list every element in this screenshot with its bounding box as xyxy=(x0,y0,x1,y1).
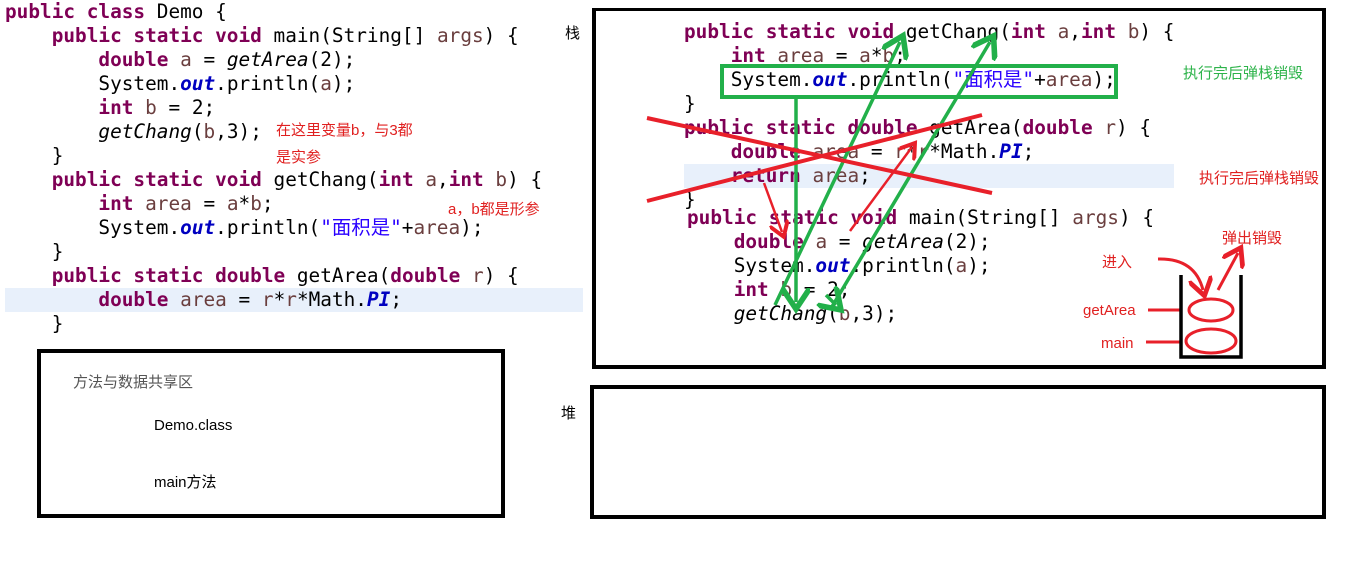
annotation-overlay xyxy=(646,0,1360,359)
frame-getarea xyxy=(1187,297,1235,323)
return-arrow xyxy=(762,182,782,232)
highlight-println-box xyxy=(720,64,1118,99)
stack-container xyxy=(1179,275,1243,359)
pop-arrow xyxy=(1216,253,1238,291)
frame-main xyxy=(1184,327,1238,355)
green-arrow-param-a xyxy=(773,42,900,306)
